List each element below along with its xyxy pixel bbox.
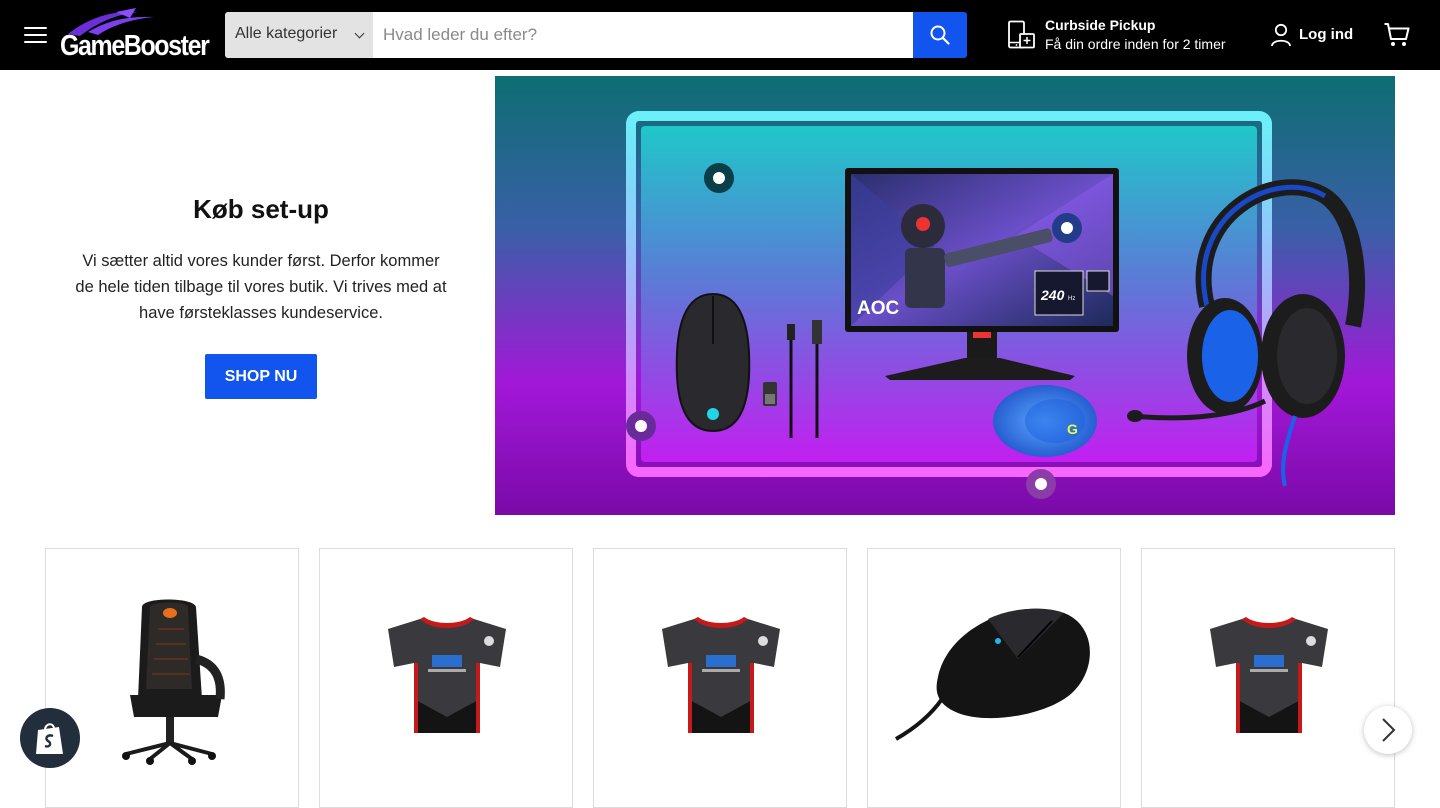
setup-illustration: AOC 240 Hz G <box>495 76 1395 515</box>
pickup-subtitle: Få din ordre inden for 2 timer <box>1045 36 1226 52</box>
product-card-jersey-1[interactable] <box>319 548 573 808</box>
shop-now-button[interactable]: SHOP NU <box>205 354 317 399</box>
login-label: Log ind <box>1299 26 1354 43</box>
category-select[interactable]: Alle kategorier <box>225 12 373 58</box>
hotspot-4[interactable] <box>1026 469 1056 499</box>
shopify-chat-badge[interactable] <box>20 708 80 768</box>
shopify-bag-icon <box>36 723 63 754</box>
hamburger-icon[interactable] <box>24 25 48 45</box>
chevron-down-icon <box>354 28 365 39</box>
gaming-chair-image <box>122 599 225 765</box>
cart-icon <box>1384 23 1410 46</box>
user-icon <box>1271 23 1291 47</box>
logo-text: GameBooster <box>60 30 210 62</box>
search-bar: Alle kategorier <box>225 12 967 58</box>
carousel-next-button[interactable] <box>1364 706 1412 754</box>
svg-text:G: G <box>1067 421 1078 437</box>
jersey-image <box>662 617 780 733</box>
hero-text-block: Køb set-up Vi sætter altid vores kunder … <box>45 76 477 515</box>
curbside-pickup[interactable]: Curbside Pickup Få din ordre inden for 2… <box>1006 16 1246 56</box>
hero-setup-image[interactable]: AOC 240 Hz G <box>495 76 1395 515</box>
gaming-mouse-image <box>895 608 1090 741</box>
site-header: GameBooster Alle kategorier Curbside Pic… <box>0 0 1440 70</box>
monitor-refresh: 240 <box>1040 287 1065 303</box>
cart-button[interactable] <box>1383 22 1411 53</box>
product-card-jersey-3[interactable] <box>1141 548 1395 808</box>
hotspot-1[interactable] <box>704 163 734 193</box>
site-logo[interactable]: GameBooster <box>58 8 210 64</box>
jersey-image <box>1210 617 1328 733</box>
hero-title: Køb set-up <box>193 194 329 224</box>
jersey-image <box>388 617 506 733</box>
store-pickup-icon <box>1008 20 1035 49</box>
category-select-label: Alle kategorier <box>235 25 338 42</box>
pickup-title: Curbside Pickup <box>1045 17 1156 33</box>
chevron-right-icon <box>1382 718 1396 742</box>
search-icon <box>930 25 950 45</box>
hotspot-3[interactable] <box>626 411 656 441</box>
product-card-gaming-chair[interactable] <box>45 548 299 808</box>
monitor-brand: AOC <box>857 298 900 319</box>
search-input[interactable] <box>373 12 913 58</box>
search-button[interactable] <box>913 12 967 58</box>
product-card-jersey-2[interactable] <box>593 548 847 808</box>
hotspot-2[interactable] <box>1052 213 1082 243</box>
product-card-gaming-mouse[interactable] <box>867 548 1121 808</box>
monitor-refresh-unit: Hz <box>1068 296 1075 302</box>
hero-description: Vi sætter altid vores kunder først. Derf… <box>75 252 447 322</box>
